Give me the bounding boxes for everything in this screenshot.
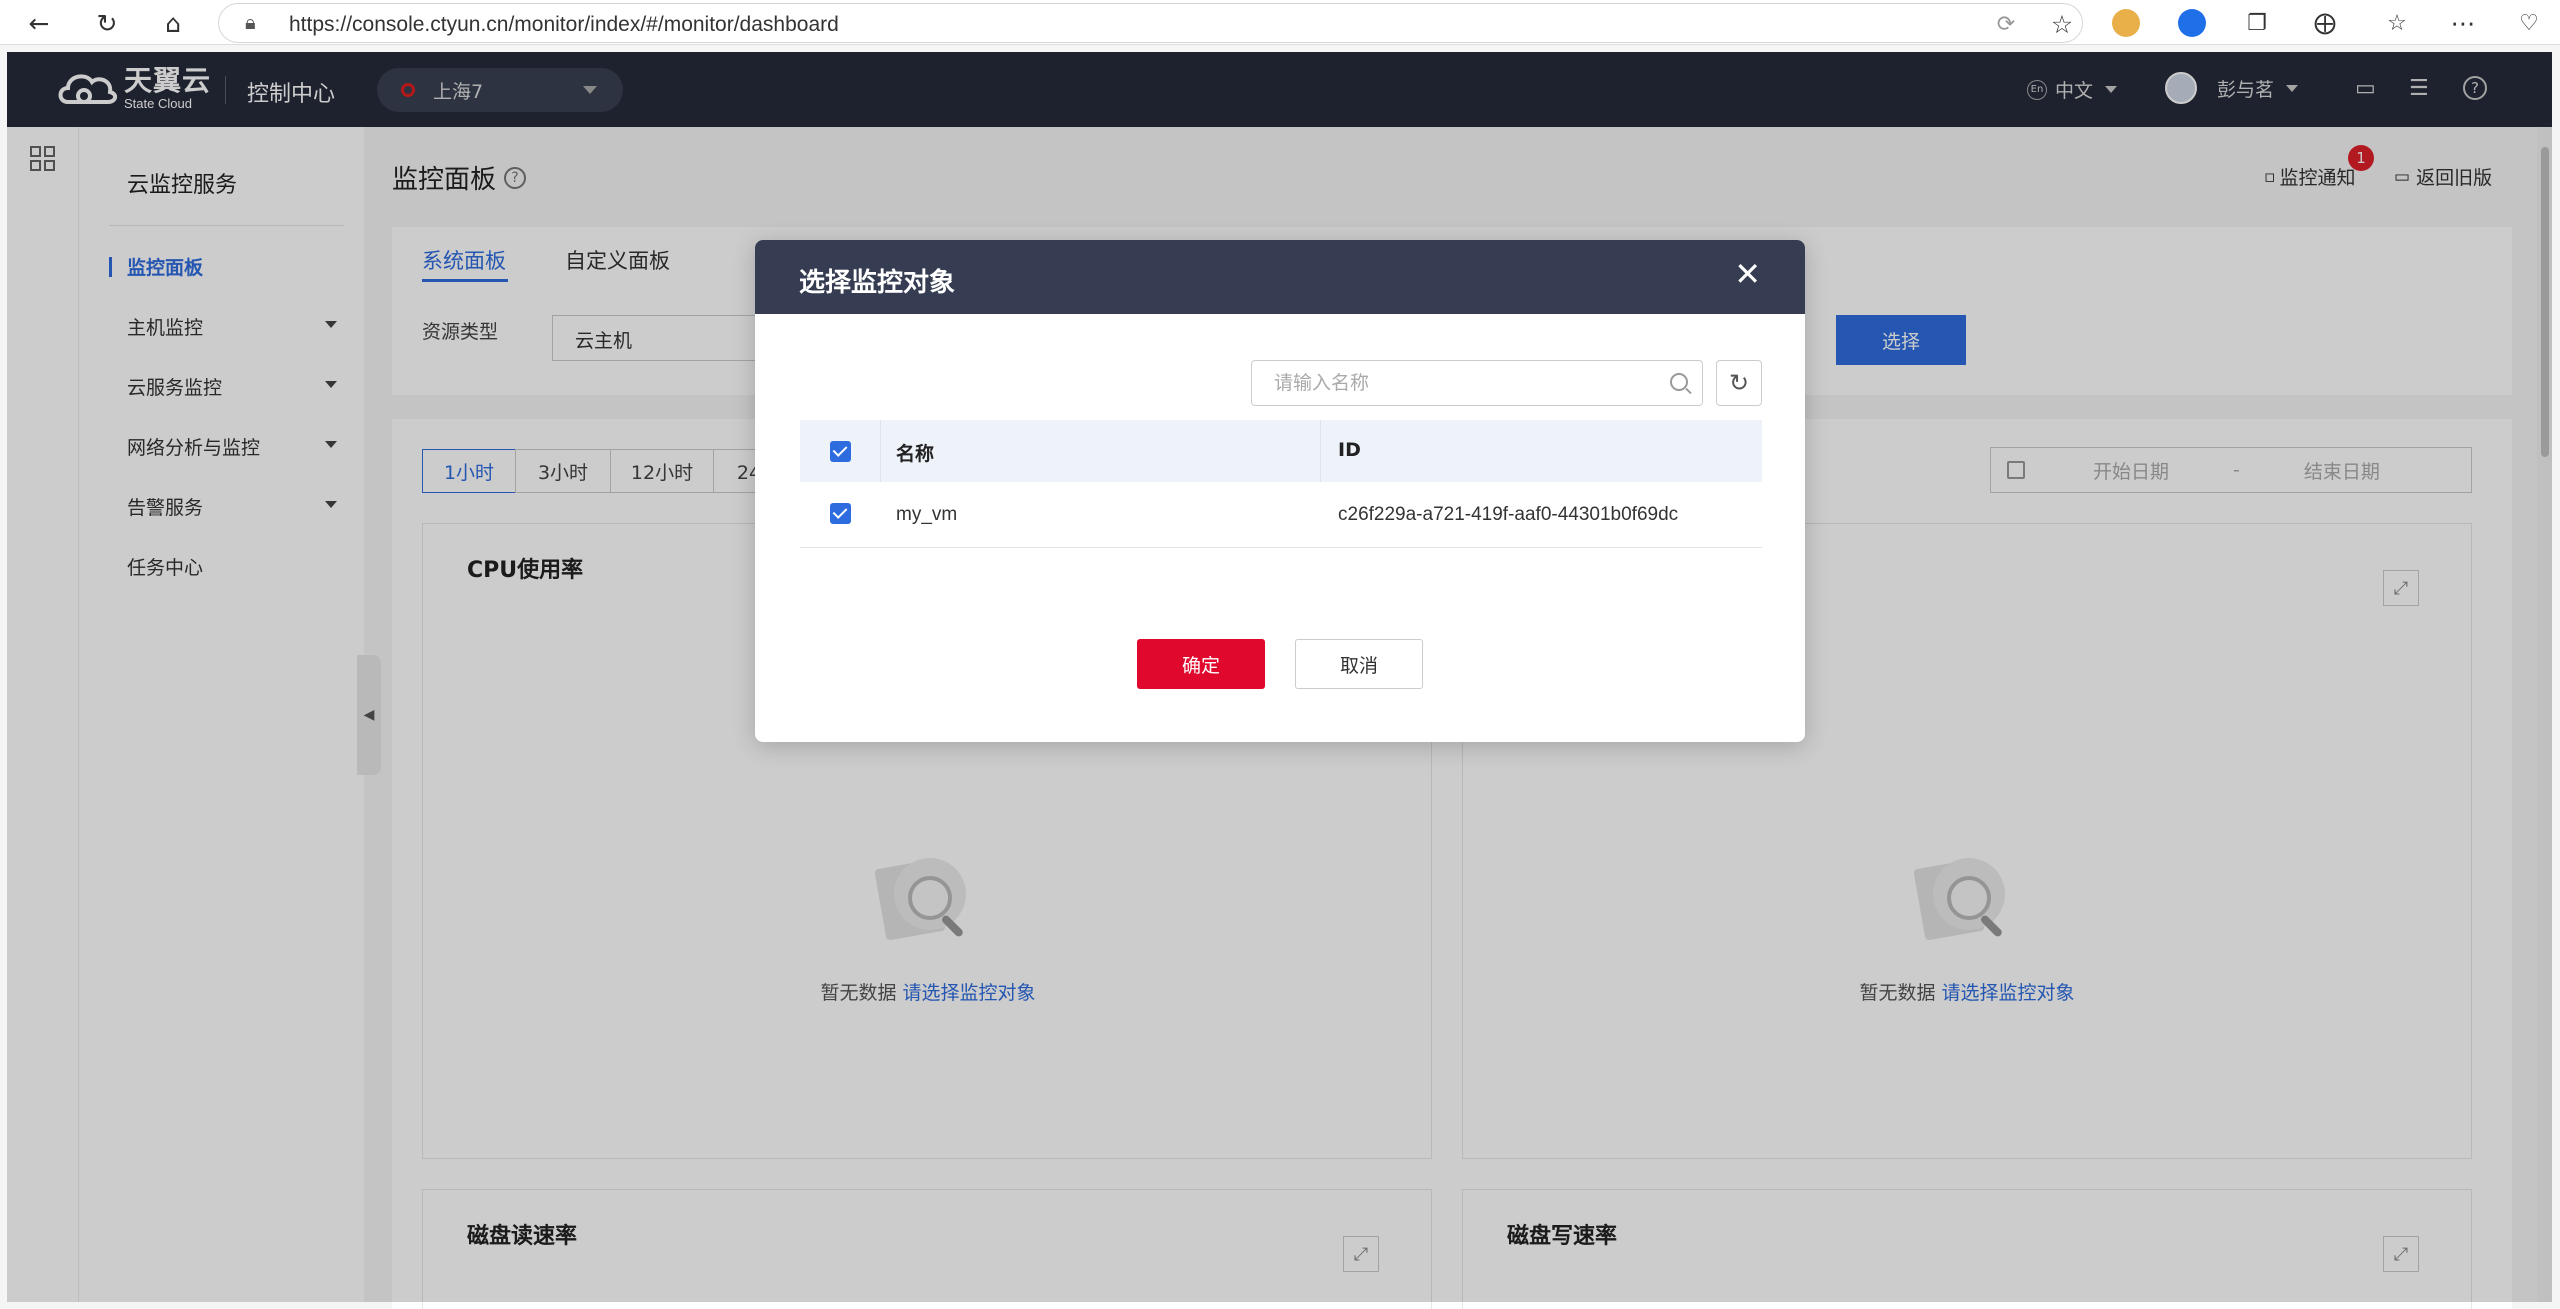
- column-header-id[interactable]: ID: [1338, 439, 1361, 461]
- extension-icon[interactable]: [2112, 9, 2140, 37]
- browser-help-icon[interactable]: ♡: [2512, 6, 2546, 40]
- cancel-button[interactable]: 取消: [1295, 639, 1423, 689]
- search-input[interactable]: [1252, 361, 1652, 405]
- select-all-checkbox[interactable]: [830, 441, 851, 462]
- table-row[interactable]: my_vm c26f229a-a721-419f-aaf0-44301b0f69…: [800, 482, 1762, 548]
- home-icon[interactable]: ⌂: [156, 6, 190, 40]
- url-text: https://console.ctyun.cn/monitor/index/#…: [289, 13, 839, 36]
- column-divider: [1320, 420, 1321, 482]
- refresh-button[interactable]: ↻: [1716, 360, 1762, 406]
- search-field[interactable]: [1251, 360, 1703, 406]
- more-menu-icon[interactable]: ⋯: [2446, 6, 2480, 40]
- select-target-dialog: 选择监控对象 ✕ ↻ 名称 ID my_vm c26f229a-a721-419…: [755, 240, 1805, 742]
- extension-blue-icon[interactable]: [2178, 9, 2206, 37]
- close-icon[interactable]: ✕: [1734, 258, 1761, 290]
- column-header-name[interactable]: 名称: [896, 439, 934, 466]
- favorites-icon[interactable]: ☆: [2380, 6, 2414, 40]
- collections-icon[interactable]: ❐: [2240, 6, 2274, 40]
- back-icon[interactable]: ←: [22, 6, 56, 40]
- dialog-title: 选择监控对象: [799, 268, 956, 298]
- address-bar[interactable]: 🔒︎ https://console.ctyun.cn/monitor/inde…: [218, 3, 2083, 43]
- row-checkbox[interactable]: [830, 503, 851, 524]
- read-aloud-icon[interactable]: ⟳: [1989, 7, 2023, 41]
- search-icon[interactable]: [1670, 373, 1688, 391]
- cell-id: c26f229a-a721-419f-aaf0-44301b0f69dc: [1338, 504, 1679, 525]
- column-divider: [880, 420, 881, 482]
- confirm-button[interactable]: 确定: [1137, 639, 1265, 689]
- extensions-puzzle-icon[interactable]: ⨁: [2308, 6, 2342, 40]
- browser-toolbar: ← ↻ ⌂ 🔒︎ https://console.ctyun.cn/monito…: [0, 0, 2560, 45]
- cell-name: my_vm: [896, 504, 958, 525]
- table-header: 名称 ID: [800, 420, 1762, 482]
- reload-icon[interactable]: ↻: [90, 6, 124, 40]
- refresh-icon: ↻: [1728, 369, 1750, 397]
- dialog-header: 选择监控对象 ✕: [755, 240, 1805, 314]
- lock-icon: 🔒︎: [245, 10, 256, 34]
- favorite-star-icon[interactable]: ☆: [2045, 7, 2079, 41]
